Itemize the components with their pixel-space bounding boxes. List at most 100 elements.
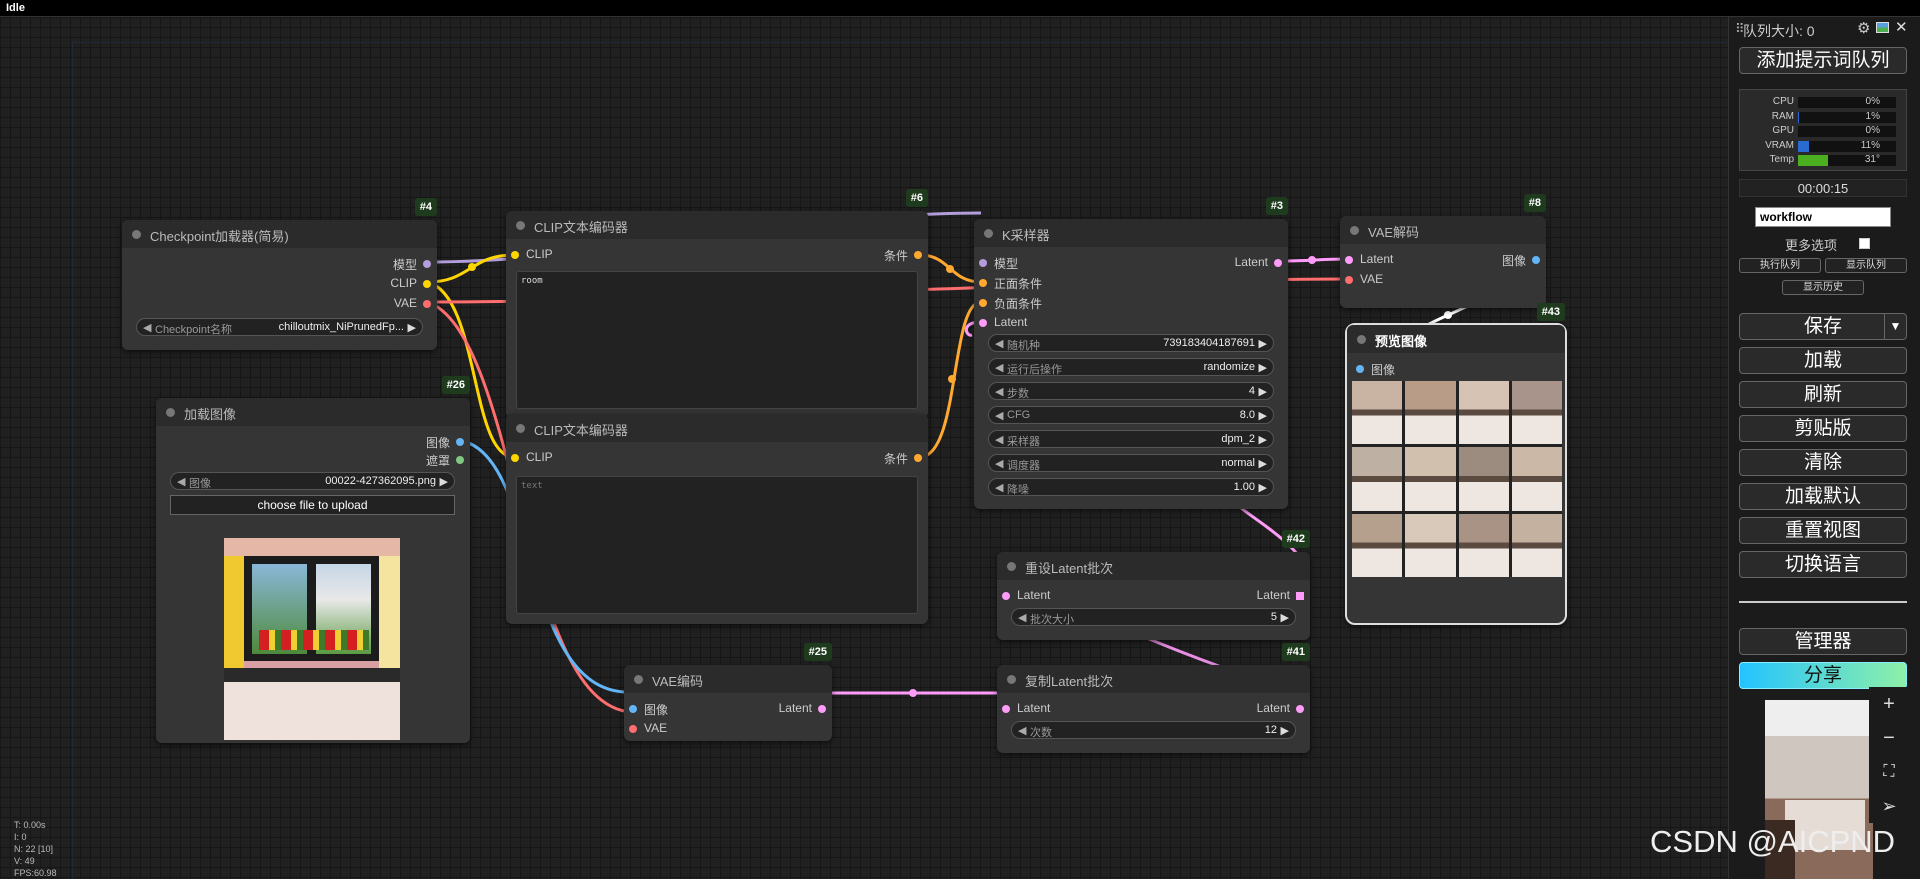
input-latent-socket[interactable] xyxy=(1002,592,1010,600)
input-negative-socket[interactable] xyxy=(979,299,987,307)
view-queue-button[interactable]: 执行队列 xyxy=(1739,258,1821,273)
show-queue-button[interactable]: 显示队列 xyxy=(1825,258,1907,273)
output-latent-socket[interactable] xyxy=(818,705,826,713)
input-vae-socket[interactable] xyxy=(629,725,637,733)
fit-view-icon[interactable]: ⛶ xyxy=(1869,755,1909,789)
node-id-badge: #41 xyxy=(1281,643,1310,661)
output-mask-socket[interactable] xyxy=(456,456,464,464)
control-after-generate-widget[interactable]: ◀ 运行后操作 randomize ▶ xyxy=(988,358,1274,376)
denoise-widget[interactable]: ◀ 降噪 1.00 ▶ xyxy=(988,478,1274,496)
preview-tile[interactable] xyxy=(1511,513,1562,577)
preview-tile[interactable] xyxy=(1511,447,1562,511)
image-icon[interactable] xyxy=(1876,22,1889,33)
input-clip-socket[interactable] xyxy=(511,251,519,259)
upload-button[interactable]: choose file to upload xyxy=(170,495,455,515)
scheduler-widget[interactable]: ◀ 调度器 normal ▶ xyxy=(988,454,1274,472)
input-latent-socket[interactable] xyxy=(1002,705,1010,713)
node-clip-text-encode-negative[interactable]: CLIP文本编码器 CLIP 条件 text xyxy=(506,414,928,624)
input-latent-socket[interactable] xyxy=(1345,256,1353,264)
save-dropdown-chevron-icon[interactable]: ▼ xyxy=(1884,314,1906,339)
seed-widget[interactable]: ◀ 随机种 739183404187691 ▶ xyxy=(988,334,1274,352)
manager-button[interactable]: 管理器 xyxy=(1739,628,1907,655)
refresh-button[interactable]: 刷新 xyxy=(1739,381,1907,408)
input-negative-label: 负面条件 xyxy=(994,297,1043,311)
preview-tile[interactable] xyxy=(1458,381,1509,445)
output-latent-socket[interactable] xyxy=(1296,592,1304,600)
clear-button[interactable]: 清除 xyxy=(1739,449,1907,476)
input-positive-label: 正面条件 xyxy=(994,277,1043,291)
image-select-widget[interactable]: ◀ 图像 00022-427362095.png ▶ xyxy=(170,472,455,490)
input-image-socket[interactable] xyxy=(1356,365,1364,373)
amount-widget[interactable]: ◀ 次数 12 ▶ xyxy=(1011,721,1296,739)
monitor-row-vram: VRAM 11% xyxy=(1740,140,1906,153)
node-reset-latent-batch[interactable]: #42 重设Latent批次 Latent Latent ◀ 批次大小 5 ▶ xyxy=(997,530,1310,640)
preview-tile[interactable] xyxy=(1458,447,1509,511)
input-latent-socket[interactable] xyxy=(979,319,987,327)
output-image-socket[interactable] xyxy=(456,438,464,446)
node-checkpoint-loader[interactable]: #4 Checkpoint加载器(简易) 模型 CLIP VAE ◀ Checkp… xyxy=(122,198,437,350)
load-default-button[interactable]: 加载默认 xyxy=(1739,483,1907,510)
preview-tile[interactable] xyxy=(1405,447,1456,511)
more-options-checkbox[interactable] xyxy=(1859,238,1870,249)
monitor-row-gpu: GPU 0% xyxy=(1740,125,1906,138)
output-image-label: 图像 xyxy=(425,436,450,450)
output-latent-socket[interactable] xyxy=(1296,705,1304,713)
output-image-socket[interactable] xyxy=(1532,256,1540,264)
clipspace-button[interactable]: 剪贴版 xyxy=(1739,415,1907,442)
preview-tile[interactable] xyxy=(1405,513,1456,577)
input-model-socket[interactable] xyxy=(979,259,987,267)
node-canvas[interactable]: #4 Checkpoint加载器(简易) 模型 CLIP VAE ◀ Checkp… xyxy=(0,17,1728,879)
output-latent-label: Latent xyxy=(1256,588,1290,602)
node-ksampler[interactable]: #3 K采样器 模型 正面条件 负面条件 Latent Latent ◀ 随机种 7… xyxy=(974,197,1288,509)
zoom-in-icon[interactable]: + xyxy=(1869,687,1909,721)
node-preview-image[interactable]: #43 预览图像 图像 xyxy=(1345,303,1567,625)
ckpt-name-widget[interactable]: ◀ Checkpoint名称 chilloutmix_NiPrunedFp... ▶ xyxy=(136,318,423,336)
preview-tile[interactable] xyxy=(1352,447,1403,511)
node-vae-decode[interactable]: #8 VAE解码 Latent VAE 图像 xyxy=(1340,194,1546,308)
input-image-socket[interactable] xyxy=(629,705,637,713)
node-load-image[interactable]: #26 加载图像 图像 遮罩 ◀ 图像 00022-427362095.png ▶ … xyxy=(156,376,470,743)
output-vae-socket[interactable] xyxy=(423,300,431,308)
steps-widget[interactable]: ◀ 步数 4 ▶ xyxy=(988,382,1274,400)
input-latent-label: Latent xyxy=(1360,252,1394,266)
output-cond-socket[interactable] xyxy=(914,251,922,259)
preview-tile[interactable] xyxy=(1405,381,1456,445)
input-clip-socket[interactable] xyxy=(511,454,519,462)
zoom-out-icon[interactable]: − xyxy=(1869,721,1909,755)
show-history-button[interactable]: 显示历史 xyxy=(1782,280,1864,295)
node-repeat-latent-batch[interactable]: #41 复制Latent批次 Latent Latent ◀ 次数 12 ▶ xyxy=(997,643,1310,753)
workflow-name-input[interactable] xyxy=(1755,207,1891,227)
prompt-textarea[interactable]: text xyxy=(516,476,918,614)
share-button[interactable]: 分享 xyxy=(1739,662,1907,689)
close-icon[interactable]: ✕ xyxy=(1895,18,1908,36)
output-cond-socket[interactable] xyxy=(914,454,922,462)
preview-tile[interactable] xyxy=(1511,381,1562,445)
switch-language-button[interactable]: 切换语言 xyxy=(1739,551,1907,578)
input-positive-socket[interactable] xyxy=(979,279,987,287)
gear-icon[interactable]: ⚙ xyxy=(1857,19,1870,37)
output-latent-label: Latent xyxy=(778,701,812,715)
node-vae-encode[interactable]: #25 VAE编码 图像 VAE Latent xyxy=(624,643,832,741)
preview-tile[interactable] xyxy=(1352,513,1403,577)
sampler-widget[interactable]: ◀ 采样器 dpm_2 ▶ xyxy=(988,430,1274,448)
node-title: VAE解码 xyxy=(1368,225,1420,240)
reset-view-button[interactable]: 重置视图 xyxy=(1739,517,1907,544)
output-model-socket[interactable] xyxy=(423,260,431,268)
output-cond-label: 条件 xyxy=(883,249,908,263)
output-clip-socket[interactable] xyxy=(423,280,431,288)
cfg-widget[interactable]: ◀ CFG 8.0 ▶ xyxy=(988,406,1274,424)
preview-image-grid[interactable] xyxy=(1352,381,1562,577)
output-latent-socket[interactable] xyxy=(1274,259,1282,267)
save-button[interactable]: 保存 ▼ xyxy=(1739,313,1907,340)
node-clip-text-encode-positive[interactable]: #6 CLIP文本编码器 CLIP 条件 room xyxy=(506,189,928,418)
queue-prompt-button[interactable]: 添加提示词队列 xyxy=(1739,47,1907,74)
preview-tile[interactable] xyxy=(1458,513,1509,577)
input-vae-socket[interactable] xyxy=(1345,276,1353,284)
output-model-label: 模型 xyxy=(392,258,417,272)
load-button[interactable]: 加载 xyxy=(1739,347,1907,374)
batch-size-widget[interactable]: ◀ 批次大小 5 ▶ xyxy=(1011,608,1296,626)
preview-tile[interactable] xyxy=(1352,381,1403,445)
navigate-icon[interactable]: ➢ xyxy=(1869,789,1909,823)
prompt-textarea[interactable]: room xyxy=(516,271,918,409)
input-latent-label: Latent xyxy=(994,315,1028,329)
